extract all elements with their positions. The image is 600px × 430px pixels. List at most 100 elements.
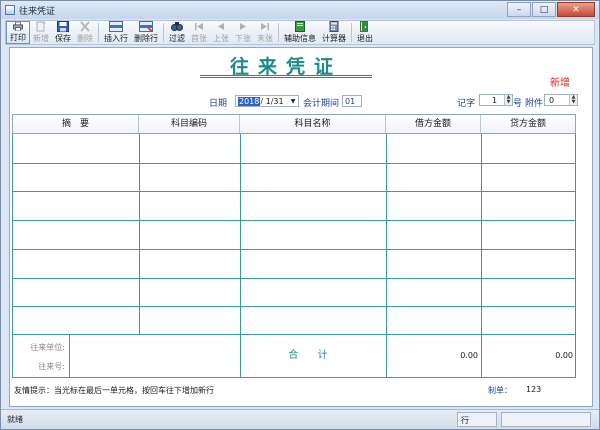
voucher-window: 往来凭证 – □ ✕ 打印 新增 保存 删除 插入行 删除行 过滤 首张 上张 … [0, 0, 600, 430]
exit-label: 退出 [357, 34, 373, 43]
attachment-label: 附件 [525, 99, 544, 109]
next-button[interactable]: 下张 [232, 21, 254, 44]
delete-button[interactable]: 删除 [74, 21, 96, 44]
grid-cell[interactable] [386, 278, 481, 307]
exit-button[interactable]: 退出 [354, 21, 376, 44]
column-header-credit[interactable]: 贷方金额 [481, 115, 575, 133]
delete-row-label: 删除行 [134, 34, 158, 43]
minimize-button[interactable]: – [507, 2, 531, 17]
status-bar: 就绪 行 [1, 409, 599, 429]
date-year: 2018 [238, 96, 261, 106]
grid-cell[interactable] [481, 278, 575, 307]
last-button[interactable]: 末张 [254, 21, 276, 44]
delete-row-button[interactable]: 删除行 [131, 21, 161, 44]
calculator-button[interactable]: 计算器 [319, 21, 349, 44]
mark-spinner[interactable]: 1 ▲ ▼ [479, 94, 513, 106]
grid-cell[interactable] [386, 306, 481, 335]
grid-cell[interactable] [481, 163, 575, 192]
maker-value: 123 [526, 385, 542, 394]
grid-cell[interactable] [13, 191, 139, 220]
grid-cell[interactable] [481, 220, 575, 249]
status-panel [501, 412, 591, 427]
grid-cell[interactable] [13, 163, 139, 192]
filter-button[interactable]: 过滤 [166, 21, 188, 44]
grid-cell[interactable] [139, 249, 240, 278]
grid-cell[interactable] [386, 220, 481, 249]
grid-cell[interactable] [139, 278, 240, 307]
grid-cell[interactable] [481, 134, 575, 163]
grid-cell[interactable] [139, 134, 240, 163]
new-icon [36, 21, 46, 32]
grid-cell[interactable] [139, 220, 240, 249]
grid-cell[interactable] [240, 306, 386, 335]
prev-label: 上张 [213, 34, 229, 43]
print-button[interactable]: 打印 [6, 21, 30, 44]
grid-cell[interactable] [240, 220, 386, 249]
grid-cell[interactable] [386, 249, 481, 278]
maximize-button[interactable]: □ [532, 2, 556, 17]
total-row: 往来单位: 往来号: 合 计 0.00 0.00 [12, 335, 576, 378]
calculator-label: 计算器 [322, 34, 346, 43]
grid-cell[interactable] [139, 306, 240, 335]
total-label: 合 计 [288, 350, 336, 361]
column-header-debit[interactable]: 借方金额 [386, 115, 481, 133]
grid-cell[interactable] [386, 163, 481, 192]
filter-icon [171, 22, 183, 31]
grid-cell[interactable] [240, 163, 386, 192]
voucher-grid[interactable] [12, 134, 576, 335]
grid-cell[interactable] [13, 220, 139, 249]
grid-cell[interactable] [139, 163, 240, 192]
date-picker[interactable]: 2018 / 1/31 ▼ [235, 95, 299, 107]
first-icon [195, 23, 203, 30]
grid-cell[interactable] [240, 134, 386, 163]
column-header-summary[interactable]: 摘 要 [13, 115, 139, 133]
grid-cell[interactable] [240, 278, 386, 307]
grid-cell[interactable] [386, 191, 481, 220]
grid-cell[interactable] [13, 278, 139, 307]
new-button[interactable]: 新增 [30, 21, 52, 44]
insert-row-button[interactable]: 插入行 [101, 21, 131, 44]
chevron-down-icon[interactable]: ▼ [289, 97, 297, 106]
grid-cell[interactable] [481, 249, 575, 278]
save-icon [57, 21, 69, 32]
spinner-arrows-icon[interactable]: ▲ ▼ [504, 95, 512, 105]
period-label: 会计期间 [303, 99, 340, 109]
insert-row-label: 插入行 [104, 34, 128, 43]
toolbar-separator [98, 23, 99, 42]
save-button[interactable]: 保存 [52, 21, 74, 44]
next-label: 下张 [235, 34, 251, 43]
grid-cell[interactable] [139, 191, 240, 220]
column-header-account-code[interactable]: 科目编码 [139, 115, 240, 133]
toolbar-separator [163, 23, 164, 42]
grid-cell[interactable] [13, 134, 139, 163]
voucher-form: 往来凭证 新增 日期 2018 / 1/31 ▼ 会计期间 01 记字 1 ▲ ▼… [9, 47, 593, 407]
app-icon [5, 5, 15, 15]
first-button[interactable]: 首张 [188, 21, 210, 44]
first-label: 首张 [191, 34, 207, 43]
next-icon [240, 23, 246, 30]
grid-cell[interactable] [13, 249, 139, 278]
prev-button[interactable]: 上张 [210, 21, 232, 44]
delete-icon [80, 21, 90, 32]
grid-cell[interactable] [481, 306, 575, 335]
attachment-spinner[interactable]: 0 ▲ ▼ [544, 94, 578, 106]
grid-cell[interactable] [240, 191, 386, 220]
title-bar[interactable]: 往来凭证 – □ ✕ [1, 1, 599, 19]
partner-no-label: 往来号: [38, 362, 65, 371]
grid-cell[interactable] [13, 306, 139, 335]
filter-label: 过滤 [169, 34, 185, 43]
aux-info-icon [295, 21, 305, 32]
spinner-arrows-icon[interactable]: ▲ ▼ [569, 95, 577, 105]
credit-total: 0.00 [555, 351, 573, 360]
maker-label: 制单： [488, 386, 512, 395]
period-field[interactable]: 01 [342, 95, 362, 107]
column-header-account-name[interactable]: 科目名称 [240, 115, 386, 133]
grid-cell[interactable] [386, 134, 481, 163]
calculator-icon [329, 21, 339, 32]
tip-text: 友情提示：当光标在最后一单元格，按回车往下增加新行 [14, 386, 214, 395]
grid-cell[interactable] [481, 191, 575, 220]
aux-info-button[interactable]: 辅助信息 [281, 21, 319, 44]
close-button[interactable]: ✕ [557, 2, 595, 17]
aux-info-label: 辅助信息 [284, 34, 316, 43]
grid-cell[interactable] [240, 249, 386, 278]
